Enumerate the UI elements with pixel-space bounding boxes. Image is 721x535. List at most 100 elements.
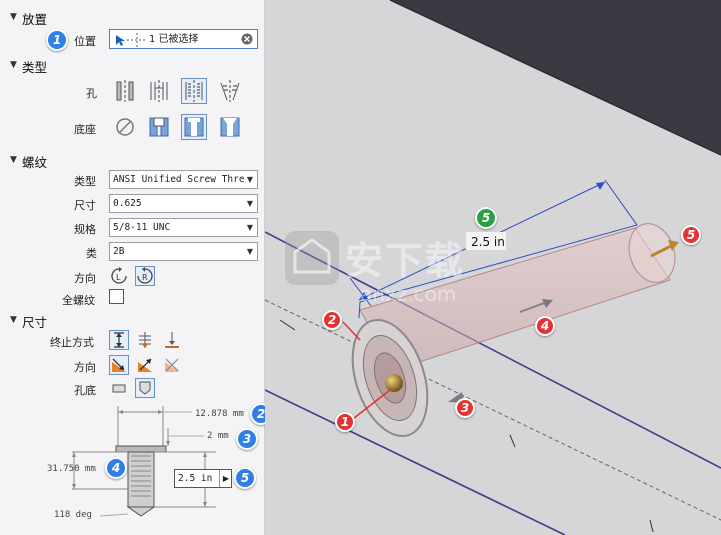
direction-symmetric-icon (165, 358, 179, 372)
chevron-down-icon: ▼ (246, 199, 253, 208)
taper-tapped-hole-icon (220, 80, 240, 102)
distance-icon (114, 332, 124, 348)
thread-section-title: 螺纹 (22, 155, 48, 170)
thread-type-select[interactable]: ANSI Unified Screw Thre ▼ (109, 170, 258, 189)
collapse-placement-icon[interactable]: ▼ (10, 12, 17, 22)
right-hand-thread-button[interactable]: R (135, 266, 155, 286)
to-face-icon (165, 332, 179, 348)
callout-number: 4 (540, 319, 550, 333)
thread-spec-select[interactable]: 5/8-11 UNC ▼ (109, 218, 258, 237)
position-selector[interactable]: 1 已被选择 (109, 29, 258, 49)
countersink-button[interactable] (217, 114, 243, 140)
thread-type-label: 类型 (74, 175, 96, 188)
expand-menu-icon[interactable]: ▶ (218, 470, 229, 487)
tapped-hole-button[interactable] (181, 78, 207, 104)
no-seat-button[interactable] (112, 114, 138, 140)
hole-preview-diagram (72, 406, 216, 517)
through-all-button[interactable] (135, 330, 155, 350)
hole-properties-panel: ▼ 放置 1 位置 1 已被选择 ▼ 类型 孔 底座 ▼ 螺纹 类型 ANSI … (0, 0, 272, 535)
full-thread-label: 全螺纹 (62, 294, 95, 307)
left-hand-icon: L (111, 267, 127, 284)
direction-default-icon (112, 358, 126, 372)
callout-red-3: 3 (455, 398, 475, 418)
type-section-title: 类型 (22, 60, 48, 75)
chevron-down-icon: ▼ (246, 175, 253, 184)
callout-red-2: 2 (322, 310, 342, 330)
depth-input-value: 2.5 in (178, 473, 213, 484)
default-direction-button[interactable] (109, 355, 129, 375)
graphics-viewport[interactable]: 2.5 in 安下载 anxz.com 5 2 4 5 3 1 (265, 0, 721, 535)
callout-red-5: 5 (681, 225, 701, 245)
callout-blue-3: 3 (236, 428, 258, 450)
spotface-button[interactable] (181, 114, 207, 140)
to-face-button[interactable] (162, 330, 182, 350)
thread-class-value: 2B (113, 246, 125, 257)
angled-bottom-button[interactable] (135, 378, 155, 398)
thread-direction-label: 方向 (74, 272, 96, 285)
hole-type-label: 孔 (86, 87, 97, 100)
full-thread-checkbox[interactable] (109, 289, 124, 304)
seat-type-label: 底座 (74, 123, 96, 136)
dim-top-value: 12.878 mm (195, 409, 244, 419)
callout-number: 2 (256, 407, 266, 421)
svg-text:L: L (116, 273, 121, 282)
collapse-thread-icon[interactable]: ▼ (10, 155, 17, 165)
termination-label: 终止方式 (50, 336, 94, 349)
dim-direction-label: 方向 (74, 361, 96, 374)
callout-number: 5 (686, 228, 696, 242)
simple-hole-button[interactable] (112, 78, 138, 104)
callout-blue-1: 1 (46, 29, 68, 51)
symmetric-direction-button[interactable] (162, 355, 182, 375)
thread-type-value: ANSI Unified Screw Thre (113, 174, 245, 185)
clearance-hole-button[interactable] (146, 78, 172, 104)
thread-spec-label: 规格 (74, 223, 96, 236)
spotface-icon (184, 117, 204, 137)
dim-offset-value: 2 mm (207, 431, 229, 441)
none-icon (116, 118, 134, 136)
point-icon (127, 33, 147, 47)
left-hand-thread-button[interactable]: L (109, 266, 129, 286)
position-value: 1 已被选择 (149, 34, 199, 45)
angled-bottom-icon (139, 381, 151, 395)
callout-number: 4 (111, 461, 121, 475)
callout-number: 2 (327, 313, 337, 327)
counterbore-icon (149, 117, 169, 137)
position-label: 位置 (74, 35, 96, 48)
flat-bottom-button[interactable] (109, 378, 129, 398)
callout-red-1: 1 (335, 412, 355, 432)
dim-depth-value: 31.750 mm (47, 464, 96, 474)
flat-bottom-icon (112, 384, 126, 393)
callout-number: 5 (481, 211, 491, 225)
flip-direction-button[interactable] (135, 355, 155, 375)
right-hand-icon: R (137, 267, 153, 284)
model-canvas[interactable] (265, 0, 721, 535)
cursor-arrow-icon (116, 35, 125, 46)
position-point-handle (385, 374, 403, 392)
watermark-text: 安下载 (345, 239, 466, 283)
callout-number: 1 (340, 415, 350, 429)
collapse-type-icon[interactable]: ▼ (10, 60, 17, 70)
callout-red-4: 4 (535, 316, 555, 336)
callout-number: 3 (460, 401, 470, 415)
countersink-icon (220, 117, 240, 137)
taper-tapped-hole-button[interactable] (217, 78, 243, 104)
collapse-dimensions-icon[interactable]: ▼ (10, 315, 17, 325)
depth-input[interactable]: 2.5 in ▶ (174, 469, 232, 488)
viewport-dim-label[interactable]: 2.5 in (471, 235, 505, 249)
placement-section-title: 放置 (22, 12, 48, 27)
distance-termination-button[interactable] (109, 330, 129, 350)
chevron-down-icon: ▼ (246, 223, 253, 232)
callout-number: 3 (242, 432, 252, 446)
clearance-hole-icon (150, 80, 168, 102)
simple-hole-icon (116, 80, 134, 102)
direction-flip-icon (138, 358, 152, 372)
thread-size-select[interactable]: 0.625 ▼ (109, 194, 258, 213)
tapped-hole-icon (185, 80, 203, 102)
thread-class-select[interactable]: 2B ▼ (109, 242, 258, 261)
clear-selection-icon[interactable] (241, 33, 253, 45)
callout-number: 5 (240, 471, 250, 485)
callout-green-5: 5 (475, 207, 497, 229)
callout-blue-4: 4 (105, 457, 127, 479)
callout-number: 1 (52, 33, 62, 47)
counterbore-button[interactable] (146, 114, 172, 140)
